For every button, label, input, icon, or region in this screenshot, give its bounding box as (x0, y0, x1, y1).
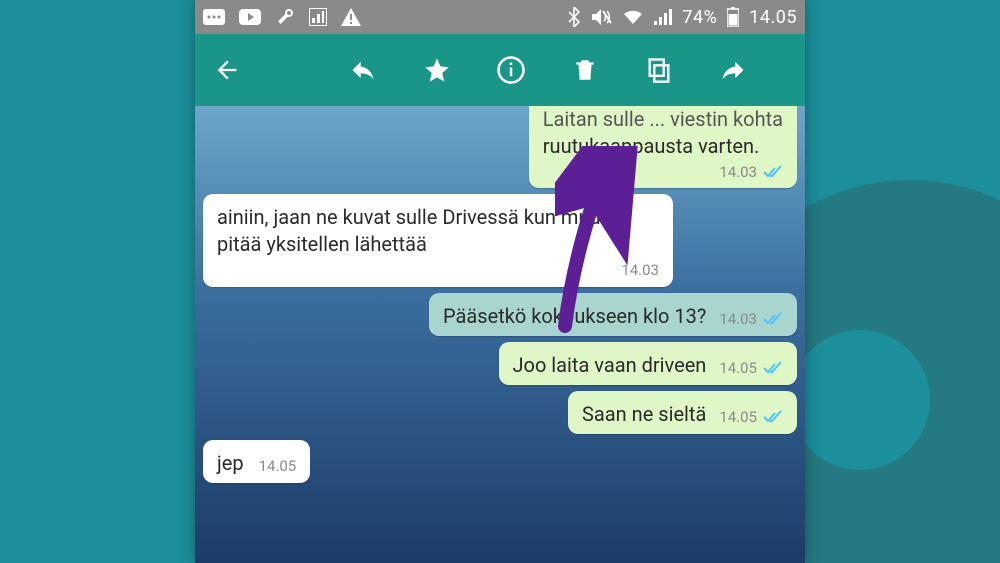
message-text: ainiin, jaan ne kuvat sulle Drivessä kun… (217, 204, 659, 258)
message-out-4[interactable]: Saan ne sieltä 14.05 (203, 391, 797, 434)
message-text: ruutukaappausta varten. (543, 133, 783, 160)
message-time: 14.03 (719, 162, 757, 182)
message-text: Laitan sulle ... viestin kohta (543, 106, 783, 133)
message-time: 14.05 (259, 456, 297, 476)
clock: 14.05 (749, 7, 797, 28)
status-right-icons: 74% 14.05 (568, 7, 797, 28)
message-text: jep (217, 451, 244, 475)
back-button[interactable] (209, 52, 245, 88)
reply-button[interactable] (345, 52, 381, 88)
message-out-0[interactable]: Laitan sulle ... viestin kohta ruutukaap… (203, 106, 797, 188)
chat-scroll-area[interactable]: Laitan sulle ... viestin kohta ruutukaap… (195, 106, 805, 563)
wifi-icon (622, 9, 644, 25)
message-out-3[interactable]: Joo laita vaan driveen 14.05 (203, 342, 797, 385)
bluetooth-icon (568, 7, 580, 27)
signal-icon (654, 9, 672, 25)
notification-badge-icon (203, 9, 225, 25)
background-decoration-inner (790, 330, 930, 470)
chart-icon (309, 8, 327, 26)
warning-icon (341, 8, 361, 26)
copy-button[interactable] (641, 52, 677, 88)
message-time: 14.03 (719, 309, 757, 329)
wrench-icon (275, 7, 295, 27)
message-in-1[interactable]: ainiin, jaan ne kuvat sulle Drivessä kun… (203, 194, 797, 286)
battery-icon (727, 7, 739, 27)
info-button[interactable] (493, 52, 529, 88)
read-ticks-icon (763, 312, 783, 326)
battery-percent: 74% (682, 7, 717, 28)
youtube-icon (239, 9, 261, 25)
star-button[interactable] (419, 52, 455, 88)
read-ticks-icon (763, 410, 783, 424)
mute-icon (590, 7, 612, 27)
message-time: 14.03 (621, 260, 659, 280)
message-time: 14.05 (719, 358, 757, 378)
message-text: Joo laita vaan driveen (513, 353, 707, 377)
forward-button[interactable] (715, 52, 751, 88)
selection-action-bar (195, 34, 805, 106)
status-left-icons (203, 7, 361, 27)
read-ticks-icon (763, 361, 783, 375)
message-in-5[interactable]: jep 14.05 (203, 440, 797, 483)
read-ticks-icon (763, 165, 783, 179)
phone-frame: 74% 14.05 (195, 0, 805, 563)
message-time: 14.05 (719, 407, 757, 427)
message-out-2-selected[interactable]: Pääsetkö kokoukseen klo 13? 14.03 (203, 293, 797, 336)
delete-button[interactable] (567, 52, 603, 88)
message-text: Pääsetkö kokoukseen klo 13? (443, 304, 706, 328)
status-bar: 74% 14.05 (195, 0, 805, 34)
message-text: Saan ne sieltä (582, 402, 706, 426)
